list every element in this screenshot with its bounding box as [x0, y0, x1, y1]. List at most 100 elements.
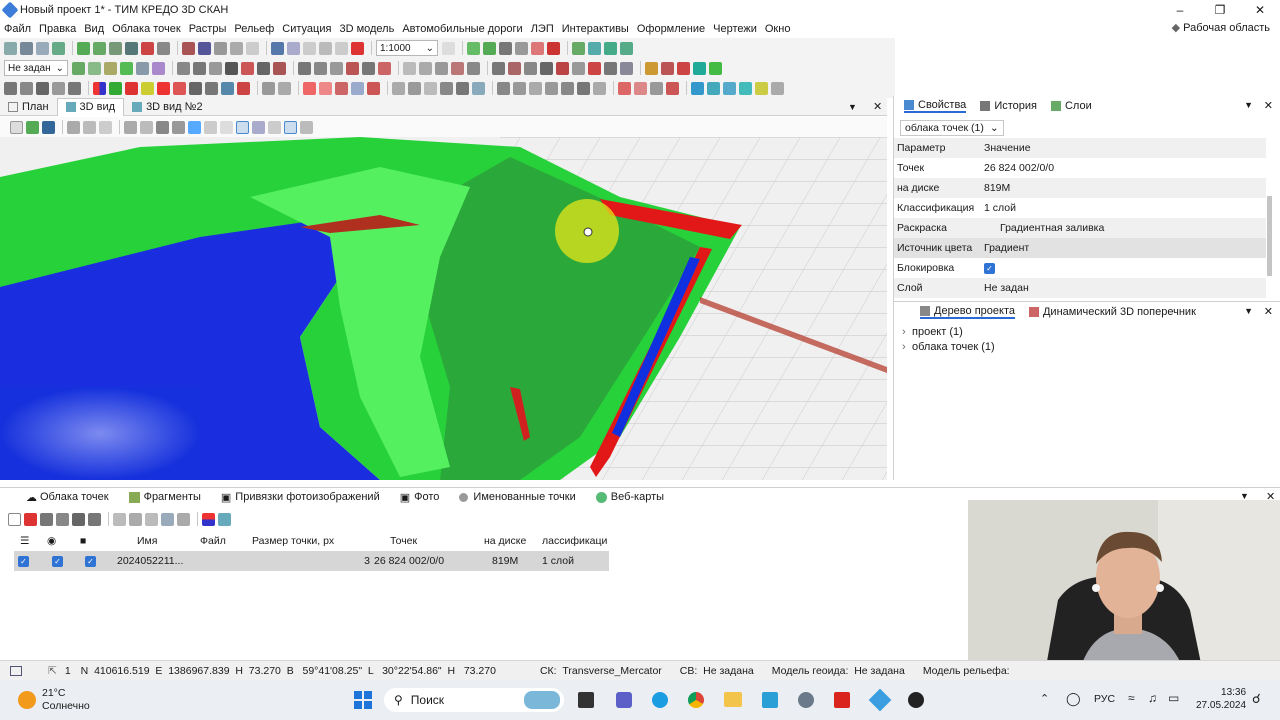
line-tool-4-icon[interactable]	[225, 61, 238, 75]
lep-tool-3-icon[interactable]	[36, 81, 49, 95]
relief-tool-3-icon[interactable]	[515, 41, 528, 55]
view-tool-5-icon[interactable]	[561, 81, 574, 95]
export-3-icon[interactable]	[109, 41, 122, 55]
edit-tool-3-icon[interactable]	[330, 61, 343, 75]
surface-tool-5-icon[interactable]	[367, 81, 380, 95]
zoom-in-icon[interactable]	[83, 120, 96, 134]
tool-c-icon[interactable]	[246, 41, 259, 55]
grid-row[interactable]: Слой Не задан	[894, 278, 1266, 298]
edit-tool-4-icon[interactable]	[346, 61, 359, 75]
wifi-icon[interactable]: ≈	[1128, 691, 1135, 705]
search-tool-icon[interactable]	[620, 61, 633, 75]
misc-tool-2-icon[interactable]	[634, 81, 647, 95]
cloud-d-icon[interactable]	[161, 512, 174, 526]
credo-icon[interactable]	[868, 688, 892, 712]
draw-tool-6-icon[interactable]	[572, 61, 585, 75]
save-icon[interactable]	[20, 41, 33, 55]
open-icon[interactable]	[36, 41, 49, 55]
tab-named-points[interactable]: Именованные точки	[459, 491, 576, 503]
draw-tool-5-icon[interactable]	[556, 61, 569, 75]
export-icon[interactable]	[77, 41, 90, 55]
layer-combo[interactable]: Не задан ⌄	[4, 60, 68, 76]
menu-edit[interactable]: Правка	[39, 23, 76, 35]
tool-a-icon[interactable]	[214, 41, 227, 55]
lock-checkbox[interactable]: ✓	[984, 262, 995, 274]
delete-icon[interactable]	[24, 512, 37, 526]
model-tool-5-icon[interactable]	[456, 81, 469, 95]
dropdown-icon[interactable]: ▼	[1244, 306, 1253, 316]
volume-icon[interactable]: ♫	[1148, 691, 1157, 705]
menu-lep[interactable]: ЛЭП	[531, 23, 554, 35]
export-icon[interactable]	[218, 512, 231, 526]
shape-tool-3-icon[interactable]	[189, 81, 202, 95]
edit-tool-2-icon[interactable]	[314, 61, 327, 75]
close-icon[interactable]: ✕	[1264, 305, 1273, 318]
menu-file[interactable]: Файл	[4, 23, 31, 35]
relief-tool-4-icon[interactable]	[531, 41, 544, 55]
export-3d-5-icon[interactable]	[755, 81, 768, 95]
pan-icon[interactable]	[268, 120, 281, 134]
close-window-button[interactable]: ✕	[1240, 0, 1280, 20]
tab-web-maps[interactable]: Веб-карты	[595, 491, 664, 503]
grid-tool-3-icon[interactable]	[435, 61, 448, 75]
misc-tool-3-icon[interactable]	[650, 81, 663, 95]
filter-icon[interactable]	[156, 120, 169, 134]
acrobat-icon[interactable]	[834, 692, 850, 708]
import-icon[interactable]	[52, 41, 65, 55]
draw-tool-2-icon[interactable]	[508, 61, 521, 75]
visible-checkbox[interactable]: ✓	[52, 555, 63, 567]
restore-button[interactable]: ❐	[1200, 0, 1240, 20]
edit-tool-5-icon[interactable]	[362, 61, 375, 75]
cloud-tool-icon[interactable]	[221, 81, 234, 95]
menu-interactives[interactable]: Интерактивы	[562, 23, 629, 35]
tab-fragments[interactable]: Фрагменты	[128, 491, 201, 503]
tree-item-project[interactable]: › проект (1)	[902, 324, 995, 339]
draw-tool-3-icon[interactable]	[524, 61, 537, 75]
shape-tool-2-icon[interactable]	[173, 81, 186, 95]
grid-tool-icon[interactable]	[403, 61, 416, 75]
color-icon[interactable]	[202, 512, 215, 526]
snipping-icon[interactable]	[762, 692, 778, 708]
dropdown-icon[interactable]: ▼	[1244, 100, 1253, 110]
grid-row[interactable]: Точек 26 824 002/0/0	[894, 158, 1266, 178]
zoom-out-icon[interactable]	[99, 120, 112, 134]
grid-row[interactable]: Источник цвета Градиент	[894, 238, 1266, 258]
line-tool-5-icon[interactable]	[241, 61, 254, 75]
relief-tool-icon[interactable]	[467, 41, 480, 55]
color-tool-icon[interactable]	[93, 81, 106, 95]
tool-2-icon[interactable]	[56, 512, 69, 526]
copy-icon[interactable]	[319, 41, 332, 55]
object-selector[interactable]: облака точек (1) ⌄	[900, 120, 1004, 136]
map-tool-icon[interactable]	[572, 41, 585, 55]
shape-tool-icon[interactable]	[157, 81, 170, 95]
cloud-tool-3-icon[interactable]	[262, 81, 275, 95]
grid-row[interactable]: на диске 819M	[894, 178, 1266, 198]
notifications-icon[interactable]: ☌	[1252, 691, 1261, 707]
relief-tool-2-icon[interactable]	[499, 41, 512, 55]
point-tool-6-icon[interactable]	[152, 61, 165, 75]
select-2-icon[interactable]	[220, 120, 233, 134]
layers-icon[interactable]	[26, 120, 39, 134]
clock[interactable]: 13:36 27.05.2024	[1196, 686, 1246, 712]
export-3d-4-icon[interactable]	[739, 81, 752, 95]
menu-window[interactable]: Окно	[765, 23, 791, 35]
view-tool-icon[interactable]	[497, 81, 510, 95]
close-icon[interactable]: ✕	[873, 100, 882, 113]
cloud-tool-2-icon[interactable]	[237, 81, 250, 95]
menu-point-clouds[interactable]: Облака точек	[112, 23, 181, 35]
scrollbar[interactable]	[1267, 196, 1272, 276]
lep-tool-4-icon[interactable]	[52, 81, 65, 95]
box-select-icon[interactable]	[236, 120, 249, 134]
xml-icon[interactable]	[157, 41, 170, 55]
cloud-c-icon[interactable]	[145, 512, 158, 526]
line-tool-2-icon[interactable]	[193, 61, 206, 75]
teams-icon[interactable]	[616, 692, 632, 708]
tab-photo-bindings[interactable]: ▣ Привязки фотоизображений	[221, 491, 380, 504]
point-tool-icon[interactable]	[72, 61, 85, 75]
line-tool-3-icon[interactable]	[209, 61, 222, 75]
color-tool-4-icon[interactable]	[141, 81, 154, 95]
zoom-icon[interactable]	[67, 120, 80, 134]
draw-tool-4-icon[interactable]	[540, 61, 553, 75]
cut-icon[interactable]	[303, 41, 316, 55]
shape-tool-4-icon[interactable]	[205, 81, 218, 95]
